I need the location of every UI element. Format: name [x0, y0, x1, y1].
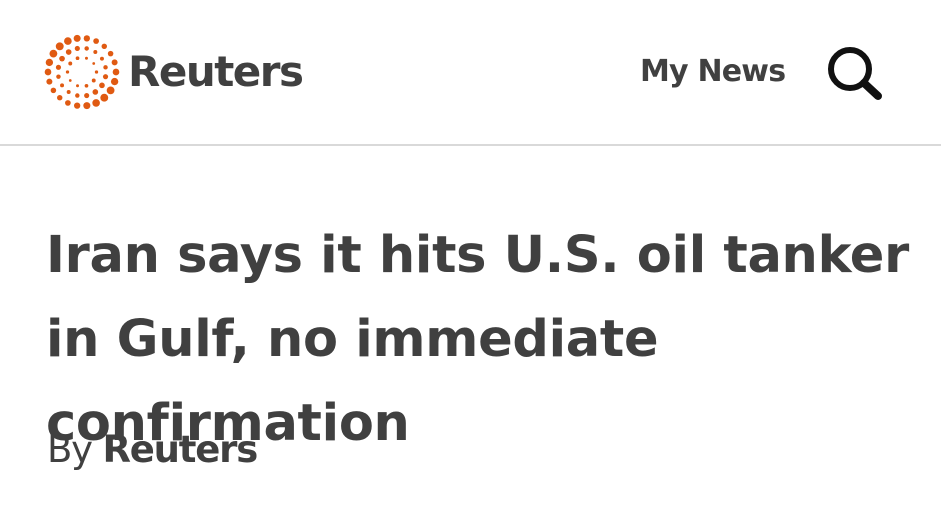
logo-dot [106, 86, 115, 95]
logo-dot [102, 74, 109, 80]
my-news-link[interactable]: My News [640, 52, 786, 92]
logo-dot [50, 87, 57, 94]
brand-name: Reuters [128, 47, 304, 96]
logo-dot [100, 93, 109, 102]
logo-dot [45, 58, 54, 67]
logo-dot [84, 83, 89, 88]
logo-dot [74, 45, 80, 52]
logo-dot [60, 83, 65, 88]
logo-dot [75, 56, 80, 61]
logo-dot [55, 64, 62, 70]
logo-dot [55, 42, 64, 51]
logo-dot [64, 37, 72, 45]
logo-dot [111, 59, 118, 66]
logo-dot [85, 56, 88, 60]
byline-author[interactable]: Reuters [102, 428, 258, 471]
logo-dot [91, 78, 96, 83]
logo-dot [92, 62, 96, 65]
logo-dot [83, 35, 90, 42]
logo-dot [68, 79, 72, 82]
logo-dot [92, 99, 100, 107]
logo-dot [84, 92, 90, 99]
reuters-logo[interactable]: Reuters [42, 32, 304, 112]
site-header: Reuters My News [0, 0, 941, 146]
search-icon [828, 47, 882, 100]
logo-dot [103, 65, 108, 70]
logo-dot [65, 70, 70, 74]
logo-dot [44, 68, 52, 76]
logo-dot [59, 55, 65, 62]
logo-dot [92, 89, 99, 95]
byline: By Reuters [47, 428, 258, 472]
logo-dot [93, 50, 98, 55]
logo-dot [73, 34, 81, 42]
logo-dot [65, 100, 71, 106]
logo-dot [56, 74, 61, 79]
logo-dot [99, 82, 105, 89]
byline-prefix: By [47, 428, 93, 471]
logo-dot [57, 94, 63, 101]
logo-dot [84, 46, 89, 51]
logo-dot [68, 61, 73, 66]
logo-dot [110, 77, 119, 86]
reuters-logo-mark [44, 34, 120, 110]
search-button[interactable] [820, 40, 890, 104]
logo-dot [49, 49, 58, 58]
logo-dot [101, 43, 107, 50]
logo-dot [112, 68, 120, 76]
logo-dot [107, 50, 114, 57]
logo-dot [83, 102, 91, 110]
logo-dot [46, 78, 53, 85]
logo-dot [75, 93, 80, 98]
logo-dot [99, 56, 104, 61]
logo-dot [74, 102, 81, 109]
logo-dot [93, 38, 99, 44]
logo-dot [76, 84, 79, 88]
logo-dot [94, 70, 99, 74]
logo-dot [65, 49, 72, 55]
logo-dot [66, 89, 71, 94]
